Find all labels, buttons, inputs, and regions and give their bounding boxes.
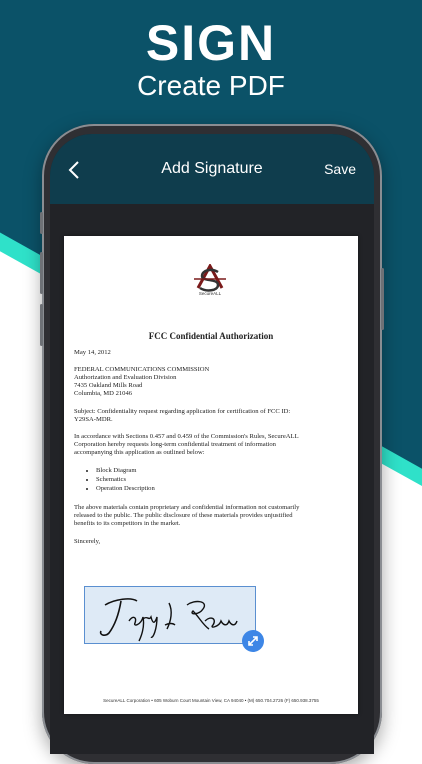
resize-arrows-icon (248, 636, 258, 646)
handwritten-signature (99, 598, 238, 642)
paragraph-line: benefits to its competitors in the marke… (74, 520, 181, 527)
paragraph-line: Corporation hereby requests long-term co… (74, 441, 276, 448)
bullet-list: Block Diagram Schematics Operation Descr… (88, 466, 155, 493)
logo-text: SecureALL (198, 291, 222, 296)
document-date: May 14, 2012 (74, 349, 111, 356)
signature-box[interactable] (84, 586, 256, 644)
phone-mute-switch (40, 212, 43, 234)
paragraph-line: The above materials contain proprietary … (74, 504, 300, 511)
document-footer: SecureALL Corporation • 605 Woburn Court… (103, 698, 319, 703)
navigation-bar: Add Signature Save (50, 134, 374, 204)
banner-subheadline: Create PDF (137, 70, 285, 101)
address-line: Columbia, MD 21046 (74, 390, 133, 397)
banner-headline: SIGN (145, 15, 277, 71)
phone-power-button (381, 268, 384, 330)
resize-handle[interactable] (242, 630, 264, 652)
closing-text: Sincerely, (74, 538, 101, 545)
bullet-item: Schematics (96, 475, 155, 484)
paragraph-line: In accordance with Sections 0.457 and 0.… (74, 433, 299, 440)
phone-volume-down (40, 304, 43, 346)
address-line: FEDERAL COMMUNICATIONS COMMISSION (74, 366, 210, 373)
bullet-item: Operation Description (96, 484, 155, 493)
subject-line: Y29SA-MDR. (74, 416, 113, 423)
bullet-item: Block Diagram (96, 466, 155, 475)
address-line: 7435 Oakland Mills Road (74, 382, 143, 389)
paragraph-line: accompanying this application as outline… (74, 449, 205, 456)
save-button[interactable]: Save (324, 161, 356, 177)
document-page[interactable]: SecureALL FCC Confidential Authorization… (64, 236, 358, 714)
subject-line: Subject: Confidentiality request regardi… (74, 408, 291, 415)
address-line: Authorization and Evaluation Division (74, 374, 177, 381)
phone-volume-up (40, 252, 43, 294)
document-title: FCC Confidential Authorization (148, 331, 274, 341)
paragraph-line: released to the public. The public discl… (74, 512, 293, 519)
